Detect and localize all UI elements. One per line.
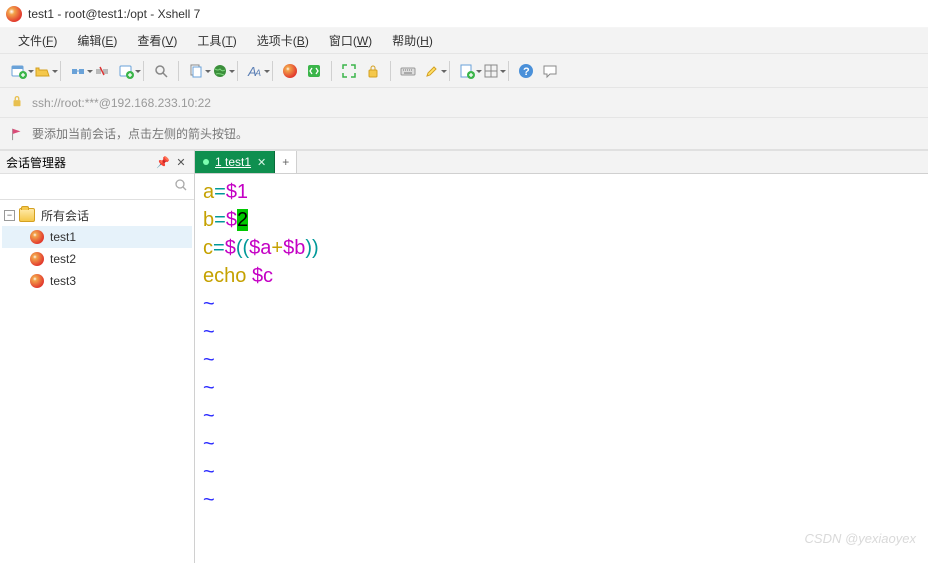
search-button[interactable] [150, 60, 172, 82]
terminal-line: ~ [203, 430, 920, 458]
toolbar-separator [449, 61, 450, 81]
session-item-test1[interactable]: test1 [2, 226, 192, 248]
session-manager-sidebar: 会话管理器 📌 ✕ − 所有会话 test1 test2 test3 [0, 150, 195, 563]
session-item-test2[interactable]: test2 [2, 248, 192, 270]
menu-view[interactable]: 查看(V) [129, 29, 185, 52]
open-session-button[interactable] [32, 60, 54, 82]
lock-button[interactable] [362, 60, 384, 82]
globe-button[interactable] [209, 60, 231, 82]
collapse-icon[interactable]: − [4, 210, 15, 221]
terminal-line: ~ [203, 346, 920, 374]
new-session-button[interactable] [8, 60, 30, 82]
pin-icon[interactable]: 📌 [156, 155, 170, 169]
menu-edit[interactable]: 编辑(E) [69, 29, 125, 52]
lock-icon [10, 94, 24, 111]
hint-bar: 要添加当前会话，点击左侧的箭头按钮。 [0, 118, 928, 150]
terminal-line: ~ [203, 318, 920, 346]
menu-tools[interactable]: 工具(T) [189, 29, 244, 52]
session-icon [30, 274, 44, 288]
tab-close-icon[interactable]: ✕ [257, 156, 266, 169]
sidebar-search-input[interactable] [4, 178, 190, 196]
session-label: test1 [50, 230, 76, 244]
tab-status-icon [203, 159, 209, 165]
terminal-line: echo $c [203, 262, 920, 290]
toolbar-separator [272, 61, 273, 81]
toolbar: AA ? [0, 54, 928, 88]
tab-add-button[interactable]: + [275, 151, 297, 173]
watermark: CSDN @yexiaoyex [805, 525, 916, 553]
window-title: test1 - root@test1:/opt - Xshell 7 [28, 7, 200, 21]
session-icon [30, 252, 44, 266]
address-bar: ssh://root:***@192.168.233.10:22 [0, 88, 928, 118]
titlebar: test1 - root@test1:/opt - Xshell 7 [0, 0, 928, 28]
toolbar-separator [508, 61, 509, 81]
content-area: 1 test1 ✕ + a=$1b=$2c=$(($a+$b))echo $c~… [195, 150, 928, 563]
terminal-line: ~ [203, 486, 920, 514]
session-item-test3[interactable]: test3 [2, 270, 192, 292]
toolbar-separator [143, 61, 144, 81]
tree-root-label: 所有会话 [41, 207, 89, 224]
xshell-button[interactable] [279, 60, 301, 82]
script-button[interactable] [456, 60, 478, 82]
session-label: test3 [50, 274, 76, 288]
tree-root[interactable]: − 所有会话 [2, 204, 192, 226]
copy-button[interactable] [185, 60, 207, 82]
feedback-button[interactable] [539, 60, 561, 82]
sidebar-header: 会话管理器 📌 ✕ [0, 150, 194, 174]
font-button[interactable]: AA [244, 60, 266, 82]
reconnect-button[interactable] [115, 60, 137, 82]
menu-window[interactable]: 窗口(W) [321, 29, 380, 52]
address-url[interactable]: ssh://root:***@192.168.233.10:22 [32, 96, 211, 110]
menu-file[interactable]: 文件(F) [10, 29, 65, 52]
sidebar-title: 会话管理器 [6, 154, 66, 171]
terminal[interactable]: a=$1b=$2c=$(($a+$b))echo $c~~~~~~~~ CSDN… [195, 174, 928, 563]
main-area: 会话管理器 📌 ✕ − 所有会话 test1 test2 test3 1 test1… [0, 150, 928, 563]
terminal-line: a=$1 [203, 178, 920, 206]
search-icon[interactable] [174, 178, 188, 195]
terminal-line: b=$2 [203, 206, 920, 234]
app-logo-icon [6, 6, 22, 22]
session-tree: − 所有会话 test1 test2 test3 [0, 200, 194, 296]
xftp-button[interactable] [303, 60, 325, 82]
hint-text: 要添加当前会话，点击左侧的箭头按钮。 [32, 125, 248, 142]
svg-text:A: A [254, 68, 261, 78]
toolbar-separator [178, 61, 179, 81]
tab-test1[interactable]: 1 test1 ✕ [195, 151, 275, 173]
layout-button[interactable] [480, 60, 502, 82]
menubar: 文件(F) 编辑(E) 查看(V) 工具(T) 选项卡(B) 窗口(W) 帮助(… [0, 28, 928, 54]
terminal-line: ~ [203, 374, 920, 402]
menu-help[interactable]: 帮助(H) [384, 29, 441, 52]
terminal-line: ~ [203, 290, 920, 318]
toolbar-separator [390, 61, 391, 81]
session-icon [30, 230, 44, 244]
menu-tabs[interactable]: 选项卡(B) [249, 29, 317, 52]
fullscreen-button[interactable] [338, 60, 360, 82]
help-button[interactable]: ? [515, 60, 537, 82]
disconnect-button[interactable] [91, 60, 113, 82]
connect-button[interactable] [67, 60, 89, 82]
toolbar-separator [331, 61, 332, 81]
tab-label: 1 test1 [215, 155, 251, 169]
highlight-button[interactable] [421, 60, 443, 82]
terminal-line: ~ [203, 402, 920, 430]
terminal-line: ~ [203, 458, 920, 486]
svg-text:?: ? [523, 66, 530, 78]
close-icon[interactable]: ✕ [174, 155, 188, 169]
folder-icon [19, 208, 35, 222]
toolbar-separator [60, 61, 61, 81]
sidebar-search [0, 174, 194, 200]
flag-icon [10, 127, 24, 141]
terminal-line: c=$(($a+$b)) [203, 234, 920, 262]
toolbar-separator [237, 61, 238, 81]
tab-bar: 1 test1 ✕ + [195, 150, 928, 174]
session-label: test2 [50, 252, 76, 266]
keyboard-button[interactable] [397, 60, 419, 82]
